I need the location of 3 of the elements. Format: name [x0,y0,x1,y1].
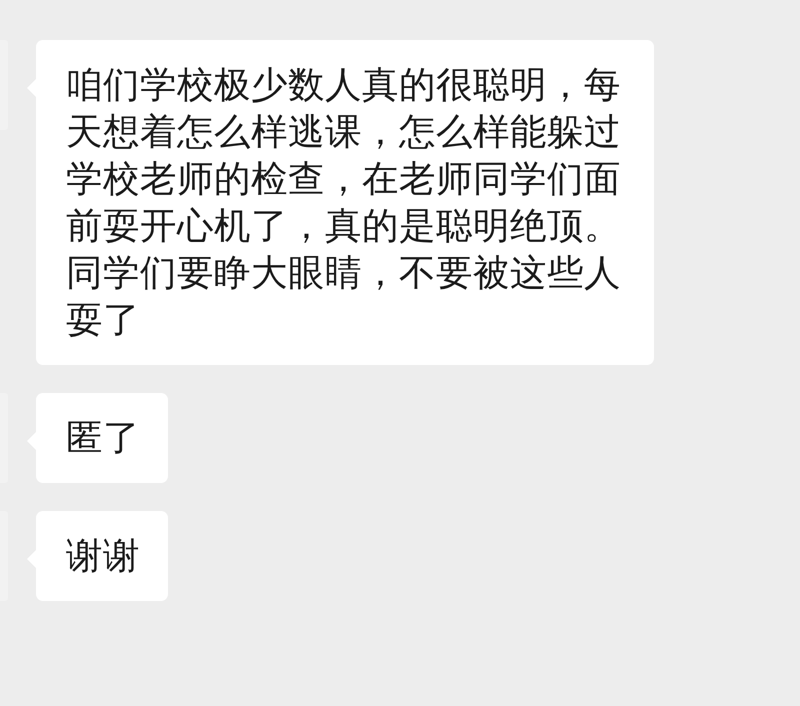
message-bubble: 谢谢 [36,511,168,601]
message-bubble: 咱们学校极少数人真的很聪明，每天想着怎么样逃课，怎么样能躲过学校老师的检查，在老师同学们面前耍开心机了，真的是聪明绝顶。同学们要睁大眼睛，不要被这些人耍了 [36,40,654,365]
message-bubble: 匿了 [36,393,168,483]
